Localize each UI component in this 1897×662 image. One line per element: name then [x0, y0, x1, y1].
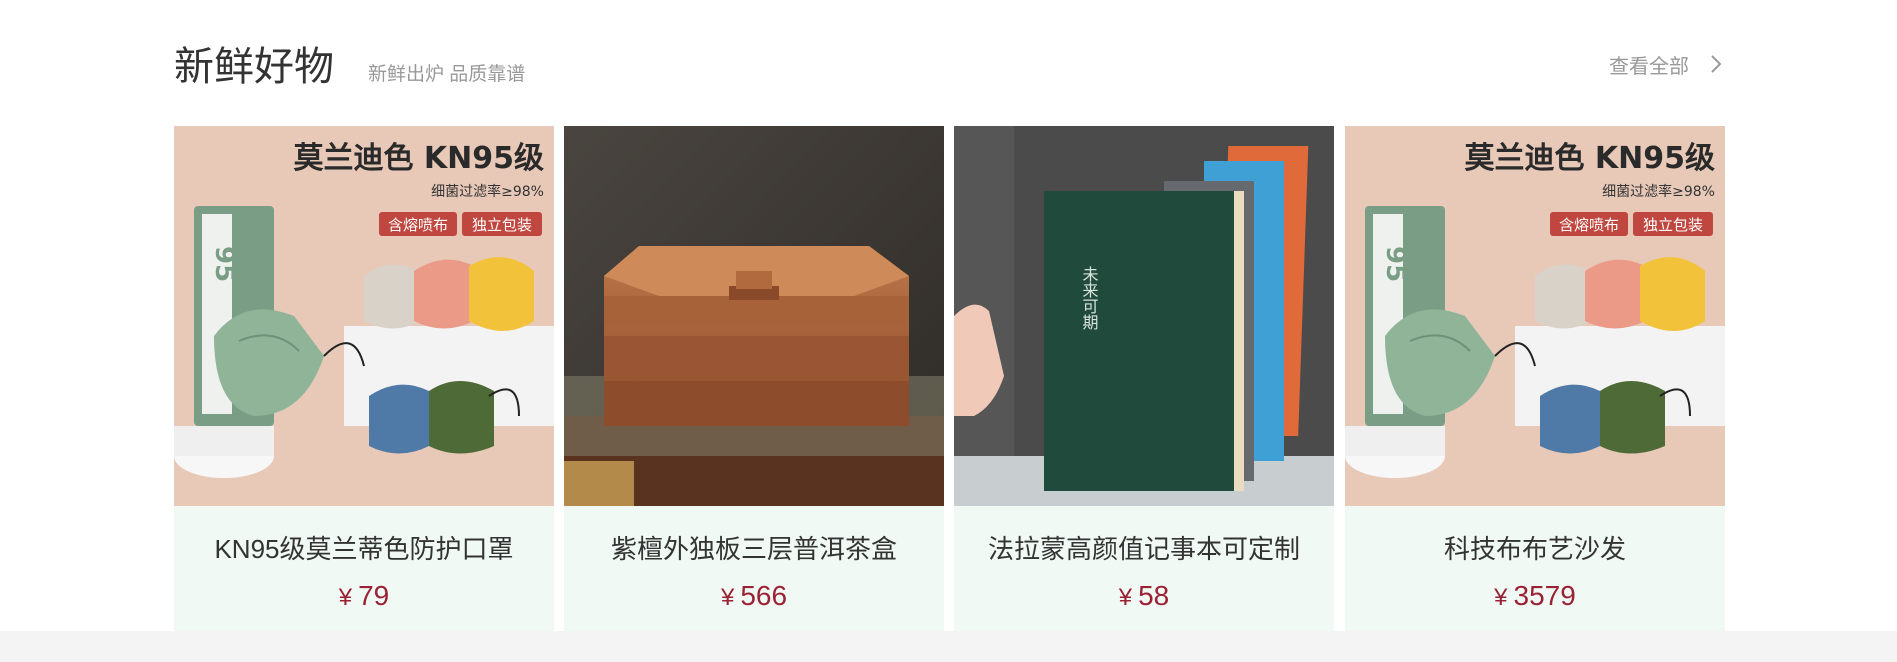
- currency-symbol: ¥: [1118, 584, 1133, 611]
- view-all-label: 查看全部: [1609, 55, 1689, 78]
- mask-headline: 莫兰迪色 KN95级: [1464, 141, 1715, 176]
- section-title: 新鲜好物: [174, 45, 334, 89]
- currency-symbol: ¥: [720, 584, 735, 611]
- section-subtitle: 新鲜出炉 品质靠谱: [368, 64, 526, 85]
- product-name[interactable]: 科技布布艺沙发: [1345, 531, 1725, 567]
- mask-subline: 细菌过滤率≥98%: [1602, 183, 1715, 200]
- price-value: 79: [358, 580, 390, 611]
- mask-subline: 细菌过滤率≥98%: [431, 183, 544, 200]
- mask-tag-2: 独立包装: [472, 216, 532, 234]
- product-image-notebook[interactable]: 未来可期: [954, 126, 1334, 506]
- mask-box-label: 95: [1380, 246, 1410, 282]
- product-card[interactable]: 95 莫兰迪色 KN95级 细菌过滤率≥98% 含熔喷布 独立包装: [174, 126, 554, 631]
- product-name[interactable]: KN95级莫兰蒂色防护口罩: [174, 531, 554, 567]
- currency-symbol: ¥: [1494, 584, 1508, 611]
- product-image-tea-box[interactable]: [564, 126, 944, 506]
- product-grid: 95 莫兰迪色 KN95级 细菌过滤率≥98% 含熔喷布 独立包装 KN95级莫…: [174, 126, 1725, 631]
- product-price: ¥566: [564, 578, 944, 616]
- page-footer-strip: [0, 631, 1897, 662]
- product-card[interactable]: 未来可期 法拉蒙高颜值记事本可定制 ¥58: [954, 126, 1334, 631]
- product-price: ¥79: [174, 578, 554, 616]
- mask-tag-1: 含熔喷布: [388, 216, 448, 234]
- notebook-cover-text: 未来可期: [1080, 266, 1099, 331]
- view-all-link[interactable]: 查看全部: [1609, 50, 1725, 78]
- product-card[interactable]: 紫檀外独板三层普洱茶盒 ¥566: [564, 126, 944, 631]
- mask-tag-1: 含熔喷布: [1559, 216, 1619, 234]
- product-price: ¥58: [954, 578, 1334, 616]
- product-name[interactable]: 法拉蒙高颜值记事本可定制: [954, 531, 1334, 567]
- price-value: 58: [1138, 580, 1170, 611]
- mask-tag-2: 独立包装: [1643, 216, 1703, 234]
- mask-box-label: 95: [209, 246, 239, 282]
- fresh-goods-section: 新鲜好物 新鲜出炉 品质靠谱 查看全部 95 莫兰迪色 KN95级 细菌过滤率≥…: [0, 0, 1897, 631]
- product-price: ¥3579: [1345, 578, 1725, 616]
- price-value: 566: [740, 580, 788, 611]
- product-card[interactable]: 95 莫兰迪色 KN95级 细菌过滤率≥98% 含熔喷布 独立包装: [1345, 126, 1725, 631]
- product-name[interactable]: 紫檀外独板三层普洱茶盒: [564, 531, 944, 567]
- chevron-right-icon: [1711, 55, 1722, 73]
- product-image-mask[interactable]: 95 莫兰迪色 KN95级 细菌过滤率≥98% 含熔喷布 独立包装: [1345, 126, 1725, 506]
- mask-headline: 莫兰迪色 KN95级: [293, 141, 544, 176]
- section-header: 新鲜好物 新鲜出炉 品质靠谱 查看全部: [174, 42, 1725, 92]
- currency-symbol: ¥: [338, 584, 353, 611]
- product-image-mask[interactable]: 95 莫兰迪色 KN95级 细菌过滤率≥98% 含熔喷布 独立包装: [174, 126, 554, 506]
- price-value: 3579: [1513, 580, 1576, 611]
